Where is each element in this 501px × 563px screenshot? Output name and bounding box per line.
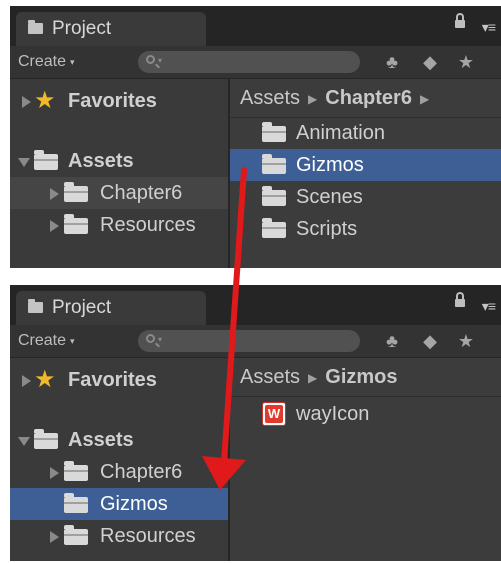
asset-label: Animation — [296, 122, 385, 144]
breadcrumb-item-gizmos[interactable]: Gizmos — [325, 366, 397, 388]
collapse-arrow-icon[interactable] — [18, 437, 30, 446]
favorite-icon[interactable]: ★ — [453, 49, 479, 75]
filter-by-label-icon[interactable]: ◆ — [417, 328, 443, 354]
tree-label: Resources — [100, 214, 196, 236]
menu-icon[interactable]: ▾≡ — [482, 299, 496, 313]
folder-icon — [64, 525, 88, 545]
project-panel-bottom: Project ▾≡ Create ▾ ▾ ♣ ◆ ★ ★ Favorites A… — [10, 285, 501, 561]
search-input[interactable]: ▾ — [138, 51, 360, 73]
folder-icon — [262, 122, 286, 142]
asset-folder-scripts[interactable]: Scripts — [230, 213, 501, 245]
tree-item-assets[interactable]: Assets — [10, 145, 228, 177]
folder-icon — [262, 218, 286, 238]
tree-item-gizmos[interactable]: Gizmos — [10, 488, 228, 520]
asset-folder-scenes[interactable]: Scenes — [230, 181, 501, 213]
breadcrumb: Assets ▶ Chapter6 ▶ — [240, 83, 437, 114]
tree-label: Chapter6 — [100, 461, 183, 483]
chevron-down-icon: ▾ — [70, 336, 75, 346]
search-input[interactable]: ▾ — [138, 330, 360, 352]
tab-project[interactable]: Project — [16, 12, 206, 46]
tree-label: Resources — [100, 525, 196, 547]
breadcrumb-bar: Assets ▶ Chapter6 ▶ — [230, 79, 501, 118]
folder-icon — [64, 493, 88, 513]
expand-arrow-icon[interactable] — [50, 188, 59, 200]
breadcrumb-item-assets[interactable]: Assets — [240, 366, 300, 388]
asset-list: Assets ▶ Chapter6 ▶ Animation Gizmos Scenes… — [230, 79, 501, 268]
expand-arrow-icon[interactable] — [50, 531, 59, 543]
expand-arrow-icon[interactable] — [22, 96, 31, 108]
toolbar: Create ▾ ▾ ♣ ◆ ★ — [10, 46, 501, 79]
tree-label: Assets — [68, 150, 134, 172]
asset-file-wayicon[interactable]: W wayIcon — [230, 398, 501, 430]
breadcrumb-separator-icon: ▶ — [419, 91, 430, 106]
create-button[interactable]: Create ▾ — [18, 330, 75, 352]
asset-label: Gizmos — [296, 154, 364, 176]
breadcrumb-separator-icon: ▶ — [308, 91, 318, 106]
tree-item-favorites[interactable]: ★ Favorites — [10, 85, 228, 117]
tree-item-resources[interactable]: Resources — [10, 209, 228, 241]
folder-tree: ★ Favorites Assets Chapter6 Gizmos Resou… — [10, 358, 228, 561]
tab-project[interactable]: Project — [16, 291, 206, 325]
tab-label: Project — [52, 297, 112, 318]
filter-by-label-icon[interactable]: ◆ — [417, 49, 443, 75]
breadcrumb-item-assets[interactable]: Assets — [240, 87, 300, 109]
tree-label: Chapter6 — [100, 182, 183, 204]
gizmo-icon: W — [262, 402, 286, 426]
folder-tab-icon — [28, 299, 43, 313]
tree-label: Gizmos — [100, 493, 168, 515]
breadcrumb: Assets ▶ Gizmos — [240, 362, 398, 393]
tree-label: Favorites — [68, 90, 157, 112]
tree-item-resources[interactable]: Resources — [10, 520, 228, 552]
search-icon — [146, 334, 155, 343]
create-label: Create — [18, 332, 67, 350]
asset-folder-animation[interactable]: Animation — [230, 117, 501, 149]
tab-bar: Project ▾≡ — [10, 285, 501, 325]
tree-item-assets[interactable]: Assets — [10, 424, 228, 456]
create-button[interactable]: Create ▾ — [18, 51, 75, 73]
tree-item-favorites[interactable]: ★ Favorites — [10, 364, 228, 396]
asset-list: Assets ▶ Gizmos W wayIcon — [230, 358, 501, 561]
lock-icon[interactable] — [455, 292, 465, 307]
filter-by-type-icon[interactable]: ♣ — [379, 328, 405, 354]
expand-arrow-icon[interactable] — [50, 220, 59, 232]
tab-label: Project — [52, 18, 112, 39]
star-icon: ★ — [34, 87, 56, 114]
folder-icon — [34, 429, 58, 449]
menu-icon[interactable]: ▾≡ — [482, 20, 496, 34]
tree-item-chapter6[interactable]: Chapter6 — [10, 177, 228, 209]
search-icon — [146, 55, 155, 64]
breadcrumb-separator-icon: ▶ — [308, 370, 318, 385]
asset-label: Scenes — [296, 186, 363, 208]
folder-icon — [262, 154, 286, 174]
folder-tree: ★ Favorites Assets Chapter6 Resources — [10, 79, 228, 268]
favorite-icon[interactable]: ★ — [453, 328, 479, 354]
tree-item-chapter6[interactable]: Chapter6 — [10, 456, 228, 488]
asset-label: Scripts — [296, 218, 358, 240]
search-dropdown-icon: ▾ — [158, 335, 163, 344]
folder-tab-icon — [28, 20, 43, 34]
folder-icon — [34, 150, 58, 170]
asset-folder-gizmos[interactable]: Gizmos — [230, 149, 501, 181]
filter-by-type-icon[interactable]: ♣ — [379, 49, 405, 75]
toolbar: Create ▾ ▾ ♣ ◆ ★ — [10, 325, 501, 358]
expand-arrow-icon[interactable] — [50, 467, 59, 479]
chevron-down-icon: ▾ — [70, 57, 75, 67]
folder-icon — [64, 182, 88, 202]
tab-bar: Project ▾≡ — [10, 6, 501, 46]
tree-label: Favorites — [68, 369, 157, 391]
lock-icon[interactable] — [455, 13, 465, 28]
create-label: Create — [18, 53, 67, 71]
star-icon: ★ — [34, 366, 56, 393]
breadcrumb-bar: Assets ▶ Gizmos — [230, 358, 501, 397]
asset-label: wayIcon — [296, 403, 370, 425]
folder-icon — [64, 214, 88, 234]
tree-label: Assets — [68, 429, 134, 451]
collapse-arrow-icon[interactable] — [18, 158, 30, 167]
breadcrumb-item-chapter6[interactable]: Chapter6 — [325, 87, 412, 109]
folder-icon — [262, 186, 286, 206]
project-panel-top: Project ▾≡ Create ▾ ▾ ♣ ◆ ★ ★ Favorites A… — [10, 6, 501, 268]
search-dropdown-icon: ▾ — [158, 56, 163, 65]
expand-arrow-icon[interactable] — [22, 375, 31, 387]
folder-icon — [64, 461, 88, 481]
